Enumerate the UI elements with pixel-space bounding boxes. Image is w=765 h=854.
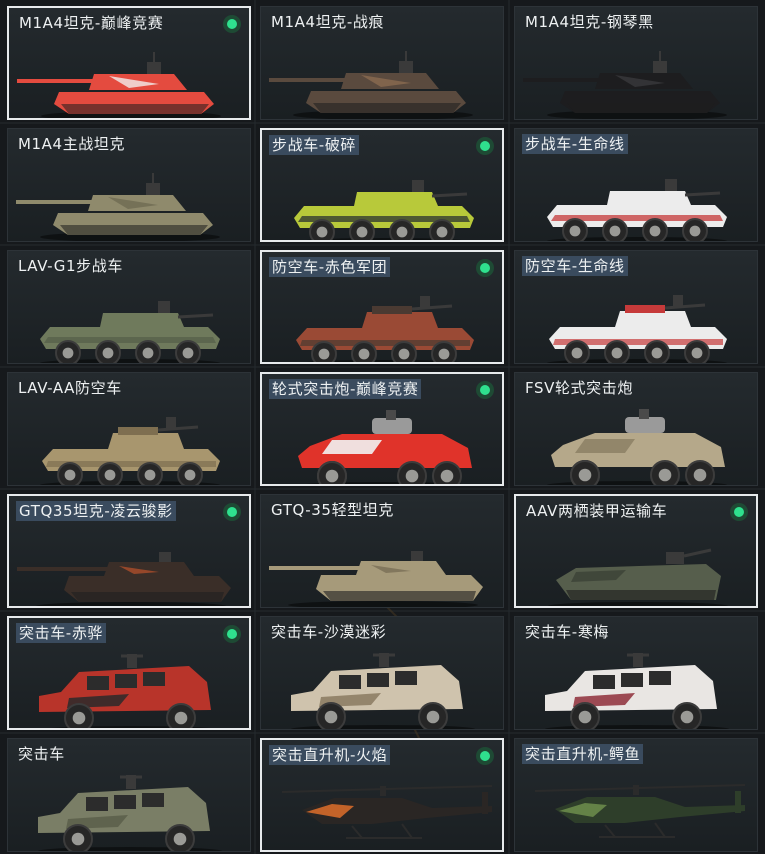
wheeled-vehicle-image (547, 409, 727, 485)
skin-name: FSV轮式突击炮 (525, 379, 633, 397)
skin-name: 突击车-寒梅 (525, 623, 610, 641)
skin-name: LAV-G1步战车 (18, 257, 123, 275)
equipped-indicator-icon (223, 625, 241, 643)
assault-vehicle-image (291, 653, 475, 729)
skin-card[interactable]: FSV轮式突击炮 (514, 372, 758, 486)
aav-vehicle-image (548, 548, 728, 606)
light-vehicle-image (17, 552, 231, 606)
skin-card[interactable]: 防空车-生命线 (514, 250, 758, 364)
skin-card[interactable]: GTQ-35轻型坦克 (260, 494, 504, 608)
skin-card[interactable]: M1A4主战坦克 (7, 128, 251, 242)
skin-name: GTQ-35轻型坦克 (271, 501, 394, 519)
skin-name: GTQ35坦克-凌云骏影 (16, 501, 176, 521)
skin-name: 突击直升机-火焰 (269, 745, 391, 765)
assault-vehicle-image (39, 654, 211, 728)
skin-card[interactable]: AAV两栖装甲运输车 (514, 494, 758, 608)
skin-card[interactable]: 轮式突击炮-巅峰竞赛 (260, 372, 504, 486)
skin-card[interactable]: 突击直升机-鳄鱼 (514, 738, 758, 852)
skin-card[interactable]: M1A4坦克-钢琴黑 (514, 6, 758, 120)
aa-vehicle-image (547, 295, 727, 363)
skin-name: M1A4主战坦克 (18, 135, 126, 153)
ifv-vehicle-image (40, 301, 220, 363)
skin-name: 防空车-生命线 (522, 256, 628, 276)
skin-card[interactable]: M1A4坦克-战痕 (260, 6, 504, 120)
aa-vehicle-image (40, 417, 220, 485)
skin-card[interactable]: 步战车-破碎 (260, 128, 504, 242)
skin-card[interactable]: 步战车-生命线 (514, 128, 758, 242)
tank-vehicle-image (16, 173, 220, 241)
skin-name: M1A4坦克-战痕 (271, 13, 385, 31)
equipped-indicator-icon (476, 259, 494, 277)
skin-card[interactable]: LAV-AA防空车 (7, 372, 251, 486)
skin-name: 突击车 (18, 745, 65, 763)
skin-card[interactable]: GTQ35坦克-凌云骏影 (7, 494, 251, 608)
skin-name: 突击直升机-鳄鱼 (522, 744, 644, 764)
tank-vehicle-image (523, 51, 727, 119)
skin-card[interactable]: 防空车-赤色军团 (260, 250, 504, 364)
skin-name: 防空车-赤色军团 (269, 257, 391, 277)
skin-name: AAV两栖装甲运输车 (526, 502, 668, 520)
wheeled-vehicle-image (298, 410, 472, 484)
aa-vehicle-image (296, 296, 474, 362)
equipped-indicator-icon (730, 503, 748, 521)
equipped-indicator-icon (476, 381, 494, 399)
light-vehicle-image (269, 551, 483, 607)
skin-name: 突击车-赤骅 (16, 623, 107, 643)
skin-card[interactable]: 突击车-沙漠迷彩 (260, 616, 504, 730)
tank-vehicle-image (17, 52, 221, 118)
equipped-indicator-icon (476, 137, 494, 155)
skin-name: 突击车-沙漠迷彩 (271, 623, 387, 641)
skin-card[interactable]: M1A4坦克-巅峰竞赛 (7, 6, 251, 120)
skin-card[interactable]: LAV-G1步战车 (7, 250, 251, 364)
equipped-indicator-icon (476, 747, 494, 765)
skin-name: 轮式突击炮-巅峰竞赛 (269, 379, 422, 399)
skin-card[interactable]: 突击车-寒梅 (514, 616, 758, 730)
skin-card[interactable]: 突击车 (7, 738, 251, 852)
skin-name: M1A4坦克-巅峰竞赛 (19, 14, 164, 32)
skin-name: LAV-AA防空车 (18, 379, 122, 397)
skin-name: M1A4坦克-钢琴黑 (525, 13, 654, 31)
heli-vehicle-image (281, 785, 493, 839)
skin-name: 步战车-生命线 (522, 134, 628, 154)
ifv-vehicle-image (294, 180, 474, 240)
ifv-vehicle-image (547, 179, 727, 241)
assault-vehicle-image (545, 653, 729, 729)
assault-vehicle-image (38, 775, 222, 851)
heli-vehicle-image (534, 784, 746, 838)
skin-card[interactable]: 突击车-赤骅 (7, 616, 251, 730)
skin-name: 步战车-破碎 (269, 135, 360, 155)
tank-vehicle-image (269, 51, 473, 119)
equipped-indicator-icon (223, 15, 241, 33)
skin-card[interactable]: 突击直升机-火焰 (260, 738, 504, 852)
vehicle-skin-grid: M1A4坦克-巅峰竞赛 M1A4坦克-战痕 M1A4坦克-钢琴黑 M1A4主战坦… (0, 0, 765, 854)
equipped-indicator-icon (223, 503, 241, 521)
